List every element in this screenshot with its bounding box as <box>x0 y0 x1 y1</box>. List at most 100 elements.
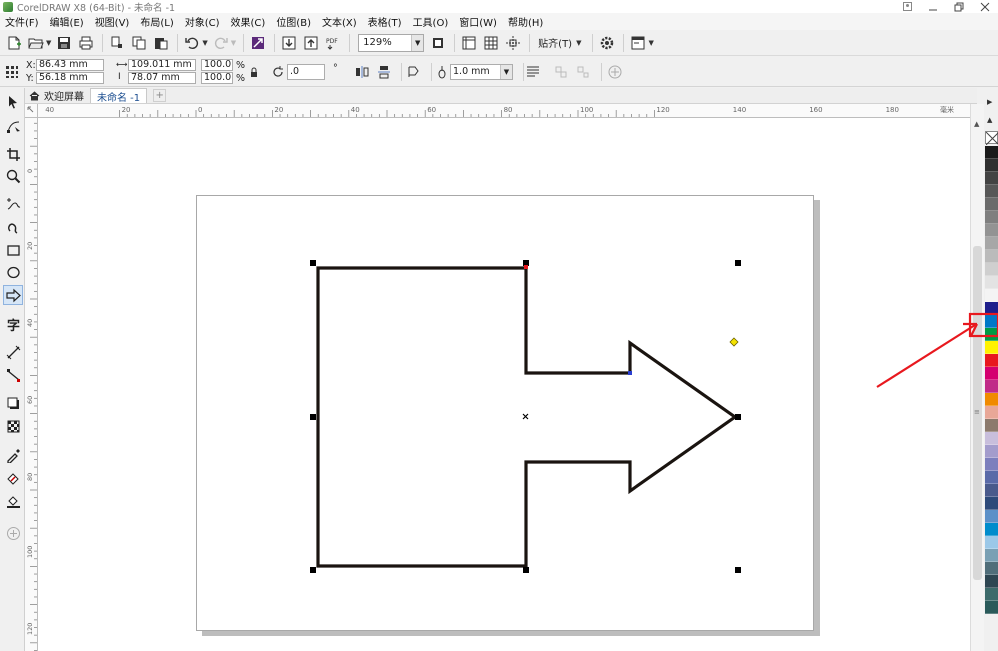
parallel-dimension-tool-icon[interactable] <box>3 342 23 362</box>
freehand-tool-icon[interactable] <box>3 194 23 214</box>
redo-icon[interactable] <box>211 33 231 53</box>
export-icon[interactable] <box>301 33 321 53</box>
shape-tool-icon[interactable] <box>3 116 23 136</box>
palette-swatch[interactable] <box>985 211 998 224</box>
application-launcher-icon[interactable] <box>628 33 648 53</box>
width-field[interactable]: 109.011 mm <box>128 59 196 71</box>
palette-swatch[interactable] <box>985 328 998 341</box>
interactive-fill-tool-icon[interactable] <box>3 468 23 488</box>
menu-edit[interactable]: 编辑(E) <box>50 14 84 29</box>
palette-scroll-right-icon[interactable]: ▶ <box>987 98 992 106</box>
convert-to-curves-icon[interactable] <box>553 64 569 80</box>
save-icon[interactable] <box>54 33 74 53</box>
vertical-ruler[interactable]: 0 20 40 60 80 100 120 <box>25 118 38 651</box>
palette-swatch[interactable] <box>985 302 998 315</box>
horizontal-ruler[interactable]: 40 20 0 20 40 60 80 100 120 140 160 180 毫米 <box>38 104 970 118</box>
palette-swatch[interactable] <box>985 341 998 354</box>
mirror-vertical-icon[interactable] <box>376 64 392 80</box>
menu-effects[interactable]: 效果(C) <box>231 14 266 29</box>
connector-tool-icon[interactable] <box>3 365 23 385</box>
selection-handle-middle-right[interactable] <box>735 414 741 420</box>
palette-swatch[interactable] <box>985 172 998 185</box>
outline-width-combo[interactable]: 1.0 mm ▼ <box>450 64 513 80</box>
wrap-text-icon[interactable] <box>406 64 422 80</box>
palette-swatch[interactable] <box>985 601 998 614</box>
mirror-horizontal-icon[interactable] <box>354 64 370 80</box>
selection-handle-top-left[interactable] <box>310 260 316 266</box>
print-icon[interactable] <box>76 33 96 53</box>
crop-tool-icon[interactable] <box>3 144 23 164</box>
palette-swatch[interactable] <box>985 198 998 211</box>
undo-icon[interactable] <box>182 33 202 53</box>
palette-swatch[interactable] <box>985 315 998 328</box>
menu-text[interactable]: 文本(X) <box>322 14 357 29</box>
cut-icon[interactable] <box>107 33 127 53</box>
palette-swatch[interactable] <box>985 367 998 380</box>
selection-handle-top-right[interactable] <box>735 260 741 266</box>
menu-table[interactable]: 表格(T) <box>368 14 402 29</box>
text-align-icon[interactable] <box>525 64 541 80</box>
no-fill-swatch[interactable] <box>985 131 998 146</box>
scale-y-field[interactable]: 100.0 <box>201 72 233 84</box>
close-icon[interactable] <box>972 0 998 13</box>
palette-swatch[interactable] <box>985 419 998 432</box>
palette-swatch[interactable] <box>985 536 998 549</box>
object-origin-icon[interactable] <box>4 64 20 80</box>
chevron-down-icon[interactable]: ▼ <box>202 39 207 47</box>
palette-swatch[interactable] <box>985 497 998 510</box>
palette-swatch[interactable] <box>985 289 998 302</box>
palette-swatch[interactable] <box>985 393 998 406</box>
palette-swatch[interactable] <box>985 354 998 367</box>
palette-swatch[interactable] <box>985 276 998 289</box>
palette-swatch[interactable] <box>985 263 998 276</box>
rotation-angle-field[interactable]: .0 <box>287 64 325 80</box>
palette-swatch[interactable] <box>985 523 998 536</box>
new-tab-button[interactable]: + <box>147 88 172 103</box>
options-gear-icon[interactable] <box>597 33 617 53</box>
palette-swatch[interactable] <box>985 575 998 588</box>
menu-object[interactable]: 对象(C) <box>185 14 220 29</box>
menu-tools[interactable]: 工具(O) <box>413 14 449 29</box>
shape-node-blue[interactable] <box>628 371 632 375</box>
eyedropper-tool-icon[interactable] <box>3 445 23 465</box>
chevron-down-icon[interactable]: ▼ <box>411 34 424 51</box>
drawing-workspace[interactable] <box>38 118 970 651</box>
add-quick-customize-icon[interactable] <box>607 64 623 80</box>
corel-connect-icon[interactable] <box>248 33 268 53</box>
arrow-shape-tool-icon[interactable] <box>3 285 23 305</box>
artistic-media-tool-icon[interactable] <box>3 216 23 236</box>
menu-window[interactable]: 窗口(W) <box>459 14 497 29</box>
full-screen-icon[interactable] <box>428 33 448 53</box>
selection-handle-middle-left[interactable] <box>310 414 316 420</box>
shape-control-diamond[interactable] <box>729 337 739 347</box>
publish-pdf-icon[interactable]: PDF <box>323 33 343 53</box>
menu-help[interactable]: 帮助(H) <box>508 14 543 29</box>
menu-view[interactable]: 视图(V) <box>95 14 130 29</box>
smart-fill-tool-icon[interactable] <box>3 491 23 511</box>
x-position-field[interactable]: 86.43 mm <box>36 59 104 71</box>
menu-file[interactable]: 文件(F) <box>5 14 39 29</box>
vertical-scrollbar[interactable]: ▲ ≡ <box>970 104 984 651</box>
menu-layout[interactable]: 布局(L) <box>140 14 173 29</box>
add-tool-icon[interactable] <box>3 523 23 543</box>
break-apart-icon[interactable] <box>575 64 591 80</box>
rectangle-tool-icon[interactable] <box>3 240 23 260</box>
ellipse-tool-icon[interactable] <box>3 262 23 282</box>
selection-handle-bottom-left[interactable] <box>310 567 316 573</box>
show-grid-icon[interactable] <box>481 33 501 53</box>
lock-ratio-icon[interactable] <box>246 64 262 80</box>
palette-swatch[interactable] <box>985 445 998 458</box>
palette-swatch[interactable] <box>985 250 998 263</box>
palette-swatch[interactable] <box>985 588 998 601</box>
scale-x-field[interactable]: 100.0 <box>201 59 233 71</box>
menu-bitmaps[interactable]: 位图(B) <box>276 14 311 29</box>
palette-swatch[interactable] <box>985 406 998 419</box>
palette-swatch[interactable] <box>985 549 998 562</box>
pick-tool-icon[interactable] <box>3 92 23 112</box>
zoom-level-combo[interactable]: 129% ▼ <box>358 33 425 52</box>
shape-node-red[interactable] <box>524 265 528 269</box>
show-rulers-icon[interactable] <box>459 33 479 53</box>
palette-swatch[interactable] <box>985 510 998 523</box>
ruler-origin[interactable] <box>25 104 38 118</box>
palette-swatch[interactable] <box>985 185 998 198</box>
